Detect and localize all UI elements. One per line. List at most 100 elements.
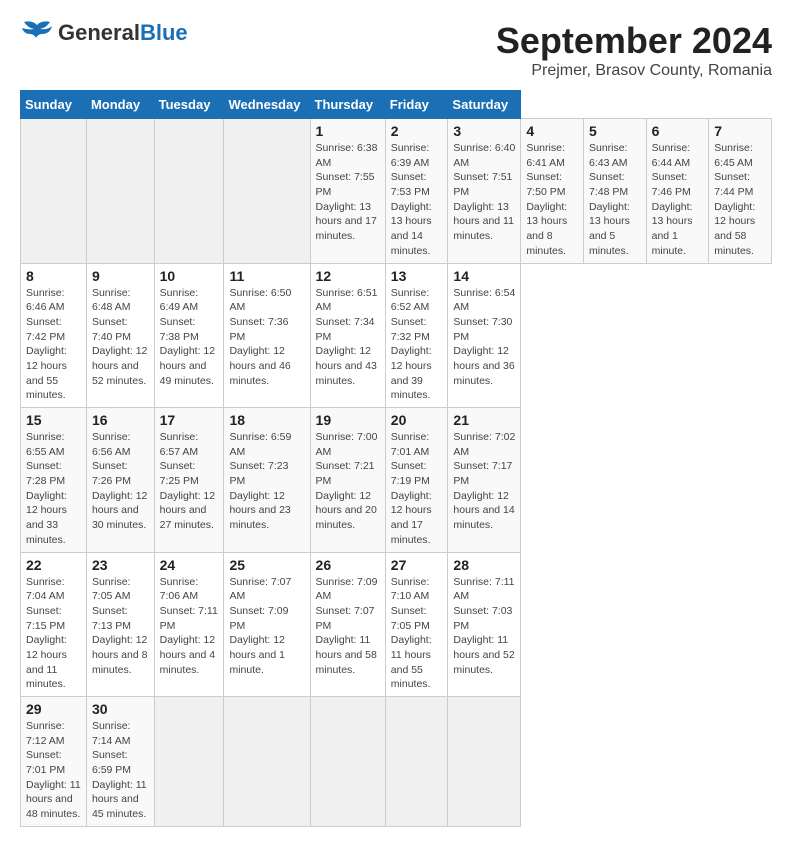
day-number: 8 [26,268,81,284]
table-row: 16 Sunrise: 6:56 AMSunset: 7:26 PMDaylig… [86,408,154,553]
day-info: Sunrise: 6:44 AMSunset: 7:46 PMDaylight:… [652,141,704,259]
day-number: 24 [160,557,219,573]
table-row: 27 Sunrise: 7:10 AMSunset: 7:05 PMDaylig… [385,552,448,697]
table-row [310,697,385,827]
day-number: 16 [92,412,149,428]
day-number: 29 [26,701,81,717]
day-number: 18 [229,412,304,428]
table-row: 7 Sunrise: 6:45 AMSunset: 7:44 PMDayligh… [709,119,772,264]
day-number: 7 [714,123,766,139]
table-row: 24 Sunrise: 7:06 AMSunset: 7:11 PMDaylig… [154,552,224,697]
table-row: 29 Sunrise: 7:12 AMSunset: 7:01 PMDaylig… [21,697,87,827]
page-header: GeneralBlue September 2024 Prejmer, Bras… [20,20,772,80]
empty-cell [21,119,87,264]
day-number: 25 [229,557,304,573]
day-number: 5 [589,123,641,139]
table-row: 15 Sunrise: 6:55 AMSunset: 7:28 PMDaylig… [21,408,87,553]
day-number: 20 [391,412,443,428]
day-number: 19 [316,412,380,428]
day-number: 1 [316,123,380,139]
table-row: 12 Sunrise: 6:51 AMSunset: 7:34 PMDaylig… [310,263,385,408]
header-thursday: Thursday [310,91,385,119]
calendar-body: 1 Sunrise: 6:38 AMSunset: 7:55 PMDayligh… [21,119,772,827]
table-row: 25 Sunrise: 7:07 AMSunset: 7:09 PMDaylig… [224,552,310,697]
title-block: September 2024 Prejmer, Brasov County, R… [496,20,772,80]
table-row: 23 Sunrise: 7:05 AMSunset: 7:13 PMDaylig… [86,552,154,697]
table-row: 20 Sunrise: 7:01 AMSunset: 7:19 PMDaylig… [385,408,448,553]
table-row: 28 Sunrise: 7:11 AMSunset: 7:03 PMDaylig… [448,552,521,697]
day-info: Sunrise: 6:57 AMSunset: 7:25 PMDaylight:… [160,430,219,533]
day-info: Sunrise: 7:09 AMSunset: 7:07 PMDaylight:… [316,575,380,678]
table-row: 6 Sunrise: 6:44 AMSunset: 7:46 PMDayligh… [646,119,709,264]
table-row: 22 Sunrise: 7:04 AMSunset: 7:15 PMDaylig… [21,552,87,697]
calendar-title: September 2024 [496,20,772,62]
table-row: 4 Sunrise: 6:41 AMSunset: 7:50 PMDayligh… [521,119,584,264]
day-number: 4 [526,123,578,139]
logo-blue-text: Blue [140,20,188,45]
table-row [224,697,310,827]
table-row: 18 Sunrise: 6:59 AMSunset: 7:23 PMDaylig… [224,408,310,553]
day-info: Sunrise: 7:10 AMSunset: 7:05 PMDaylight:… [391,575,443,693]
day-info: Sunrise: 6:55 AMSunset: 7:28 PMDaylight:… [26,430,81,548]
day-info: Sunrise: 6:59 AMSunset: 7:23 PMDaylight:… [229,430,304,533]
table-row: 10 Sunrise: 6:49 AMSunset: 7:38 PMDaylig… [154,263,224,408]
table-row: 5 Sunrise: 6:43 AMSunset: 7:48 PMDayligh… [583,119,646,264]
day-number: 27 [391,557,443,573]
day-info: Sunrise: 7:05 AMSunset: 7:13 PMDaylight:… [92,575,149,678]
logo-bird-icon [20,20,54,46]
table-row: 14 Sunrise: 6:54 AMSunset: 7:30 PMDaylig… [448,263,521,408]
logo-general-text: General [58,20,140,45]
table-row: 21 Sunrise: 7:02 AMSunset: 7:17 PMDaylig… [448,408,521,553]
header-tuesday: Tuesday [154,91,224,119]
table-row: 13 Sunrise: 6:52 AMSunset: 7:32 PMDaylig… [385,263,448,408]
table-row: 26 Sunrise: 7:09 AMSunset: 7:07 PMDaylig… [310,552,385,697]
logo: GeneralBlue [20,20,188,46]
empty-cell [224,119,310,264]
header-row: Sunday Monday Tuesday Wednesday Thursday… [21,91,772,119]
table-row: 8 Sunrise: 6:46 AMSunset: 7:42 PMDayligh… [21,263,87,408]
calendar-week-2: 8 Sunrise: 6:46 AMSunset: 7:42 PMDayligh… [21,263,772,408]
day-info: Sunrise: 6:51 AMSunset: 7:34 PMDaylight:… [316,286,380,389]
day-info: Sunrise: 6:50 AMSunset: 7:36 PMDaylight:… [229,286,304,389]
day-number: 26 [316,557,380,573]
day-info: Sunrise: 6:43 AMSunset: 7:48 PMDaylight:… [589,141,641,259]
day-info: Sunrise: 7:14 AMSunset: 6:59 PMDaylight:… [92,719,149,822]
table-row: 1 Sunrise: 6:38 AMSunset: 7:55 PMDayligh… [310,119,385,264]
day-number: 28 [453,557,515,573]
day-info: Sunrise: 6:56 AMSunset: 7:26 PMDaylight:… [92,430,149,533]
table-row: 17 Sunrise: 6:57 AMSunset: 7:25 PMDaylig… [154,408,224,553]
table-row [154,697,224,827]
day-info: Sunrise: 6:49 AMSunset: 7:38 PMDaylight:… [160,286,219,389]
day-number: 15 [26,412,81,428]
day-number: 30 [92,701,149,717]
header-friday: Friday [385,91,448,119]
day-info: Sunrise: 6:38 AMSunset: 7:55 PMDaylight:… [316,141,380,244]
day-info: Sunrise: 7:11 AMSunset: 7:03 PMDaylight:… [453,575,515,678]
calendar-week-3: 15 Sunrise: 6:55 AMSunset: 7:28 PMDaylig… [21,408,772,553]
calendar-subtitle: Prejmer, Brasov County, Romania [496,62,772,80]
day-number: 9 [92,268,149,284]
day-number: 12 [316,268,380,284]
day-number: 2 [391,123,443,139]
day-info: Sunrise: 7:12 AMSunset: 7:01 PMDaylight:… [26,719,81,822]
empty-cell [86,119,154,264]
day-info: Sunrise: 6:54 AMSunset: 7:30 PMDaylight:… [453,286,515,389]
header-saturday: Saturday [448,91,521,119]
day-info: Sunrise: 6:48 AMSunset: 7:40 PMDaylight:… [92,286,149,389]
table-row [385,697,448,827]
table-row [448,697,521,827]
day-number: 6 [652,123,704,139]
day-info: Sunrise: 6:52 AMSunset: 7:32 PMDaylight:… [391,286,443,404]
day-number: 10 [160,268,219,284]
day-number: 23 [92,557,149,573]
day-info: Sunrise: 6:41 AMSunset: 7:50 PMDaylight:… [526,141,578,259]
day-info: Sunrise: 7:06 AMSunset: 7:11 PMDaylight:… [160,575,219,678]
header-sunday: Sunday [21,91,87,119]
day-info: Sunrise: 6:40 AMSunset: 7:51 PMDaylight:… [453,141,515,244]
day-number: 21 [453,412,515,428]
table-row: 9 Sunrise: 6:48 AMSunset: 7:40 PMDayligh… [86,263,154,408]
table-row: 3 Sunrise: 6:40 AMSunset: 7:51 PMDayligh… [448,119,521,264]
header-monday: Monday [86,91,154,119]
table-row: 30 Sunrise: 7:14 AMSunset: 6:59 PMDaylig… [86,697,154,827]
day-info: Sunrise: 7:01 AMSunset: 7:19 PMDaylight:… [391,430,443,548]
